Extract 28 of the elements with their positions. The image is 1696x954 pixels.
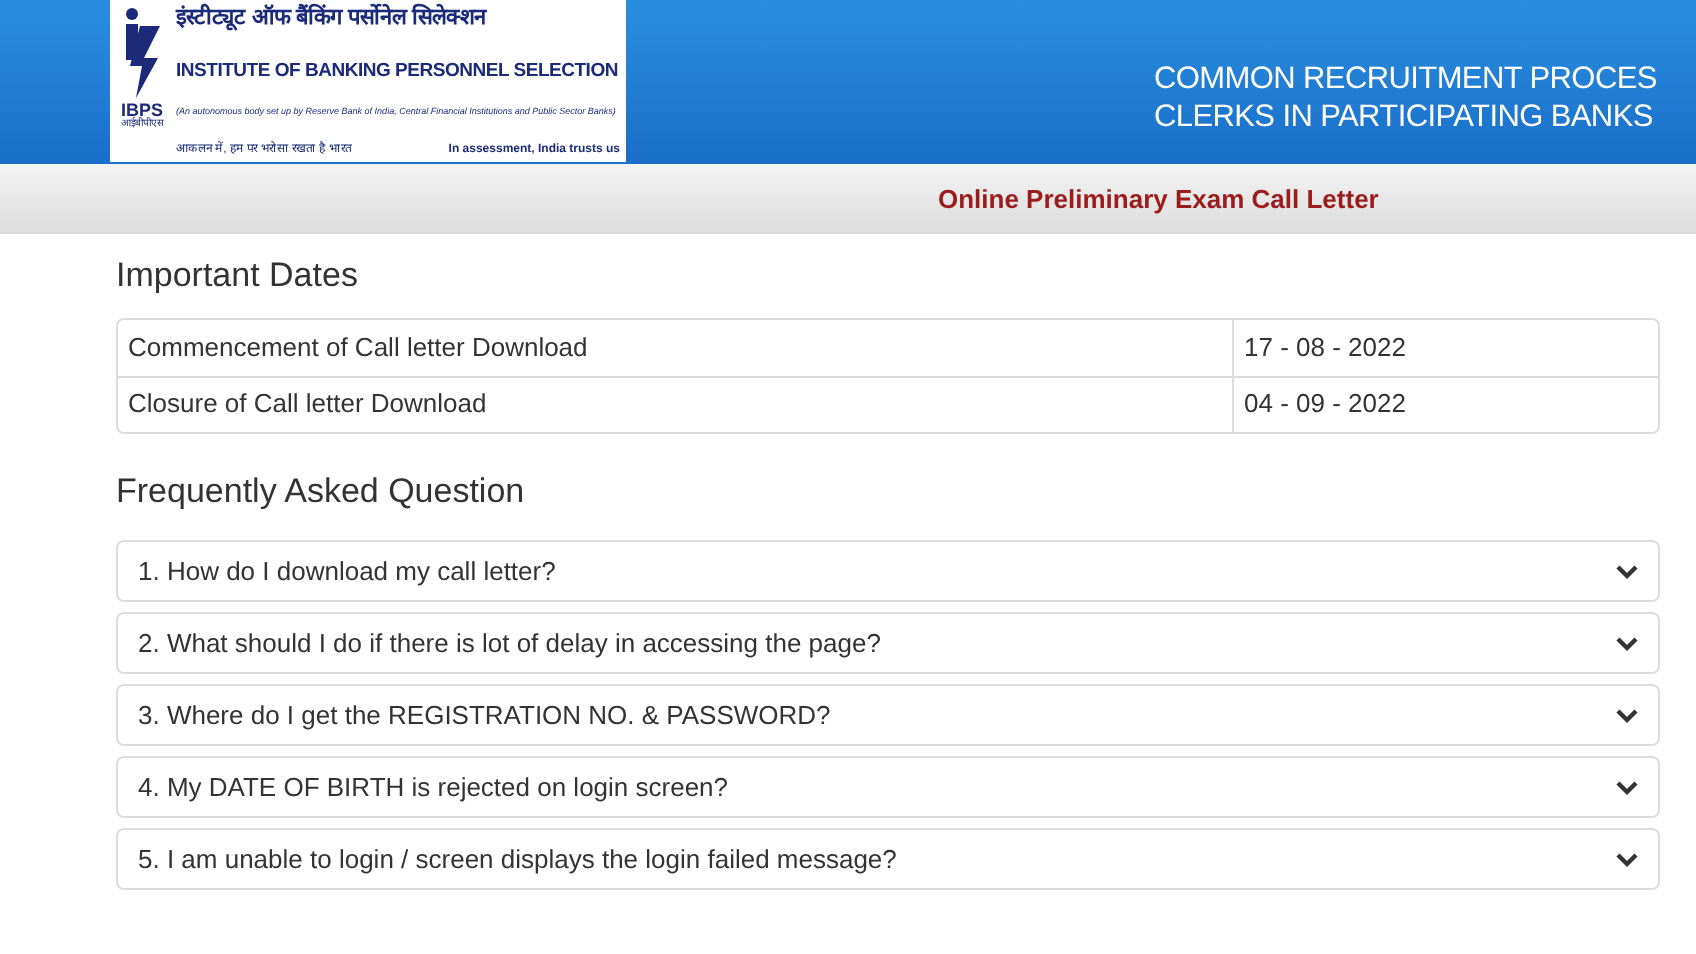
table-cell-text: 17 - 08 - 2022 xyxy=(1242,329,1408,366)
table-cell: Closure of Call letter Download xyxy=(118,377,1234,431)
section-heading: Important Dates xyxy=(116,254,360,298)
chevron-down-icon xyxy=(1616,779,1638,795)
chevron-down-icon xyxy=(1616,563,1638,579)
exam-title: CLERKS IN PARTICIPATING BANKS xyxy=(1154,98,1655,136)
faq-item[interactable]: 1. How do I download my call letter? xyxy=(116,540,1660,602)
page-title: Online Preliminary Exam Call Letter xyxy=(938,181,1379,218)
faq-item[interactable]: 2. What should I do if there is lot of delay in accessing the page? xyxy=(116,612,1660,674)
faq-question: 4. My DATE OF BIRTH is rejected on login screen? xyxy=(138,769,731,806)
faq-item[interactable]: 4. My DATE OF BIRTH is rejected on login screen? xyxy=(116,756,1660,818)
table-cell-text: 04 - 09 - 2022 xyxy=(1242,386,1408,423)
faq-question: 5. I am unable to login / screen displays the login failed message? xyxy=(138,841,899,878)
chevron-down-icon xyxy=(1616,851,1638,867)
faq-item[interactable]: 5. I am unable to login / screen displays the login failed message? xyxy=(116,828,1660,890)
chevron-down-icon xyxy=(1616,707,1638,723)
section-heading: Frequently Asked Question xyxy=(116,469,527,513)
chevron-down-icon xyxy=(1616,635,1638,651)
faq-item[interactable]: 3. Where do I get the REGISTRATION NO. & PASSWORD? xyxy=(116,684,1660,746)
faq-question: 1. How do I download my call letter? xyxy=(138,553,558,590)
table-cell: Commencement of Call letter Download xyxy=(118,319,1234,375)
logo-mark-text: IBPS xyxy=(120,102,163,120)
logo-title: INSTITUTE OF BANKING PERSONNEL SELECTION xyxy=(176,61,620,80)
faq-question: 2. What should I do if there is lot of delay in accessing the page? xyxy=(138,625,883,662)
exam-title: COMMON RECRUITMENT PROCES xyxy=(1154,60,1659,98)
logo-mark-icon xyxy=(120,6,164,102)
logo-title-hindi: इंस्टीट्यूट ऑफ बैंकिंग पर्सोनेल सिलेक्शन xyxy=(176,6,489,34)
faq-question: 3. Where do I get the REGISTRATION NO. & PASSWORD? xyxy=(138,697,833,734)
